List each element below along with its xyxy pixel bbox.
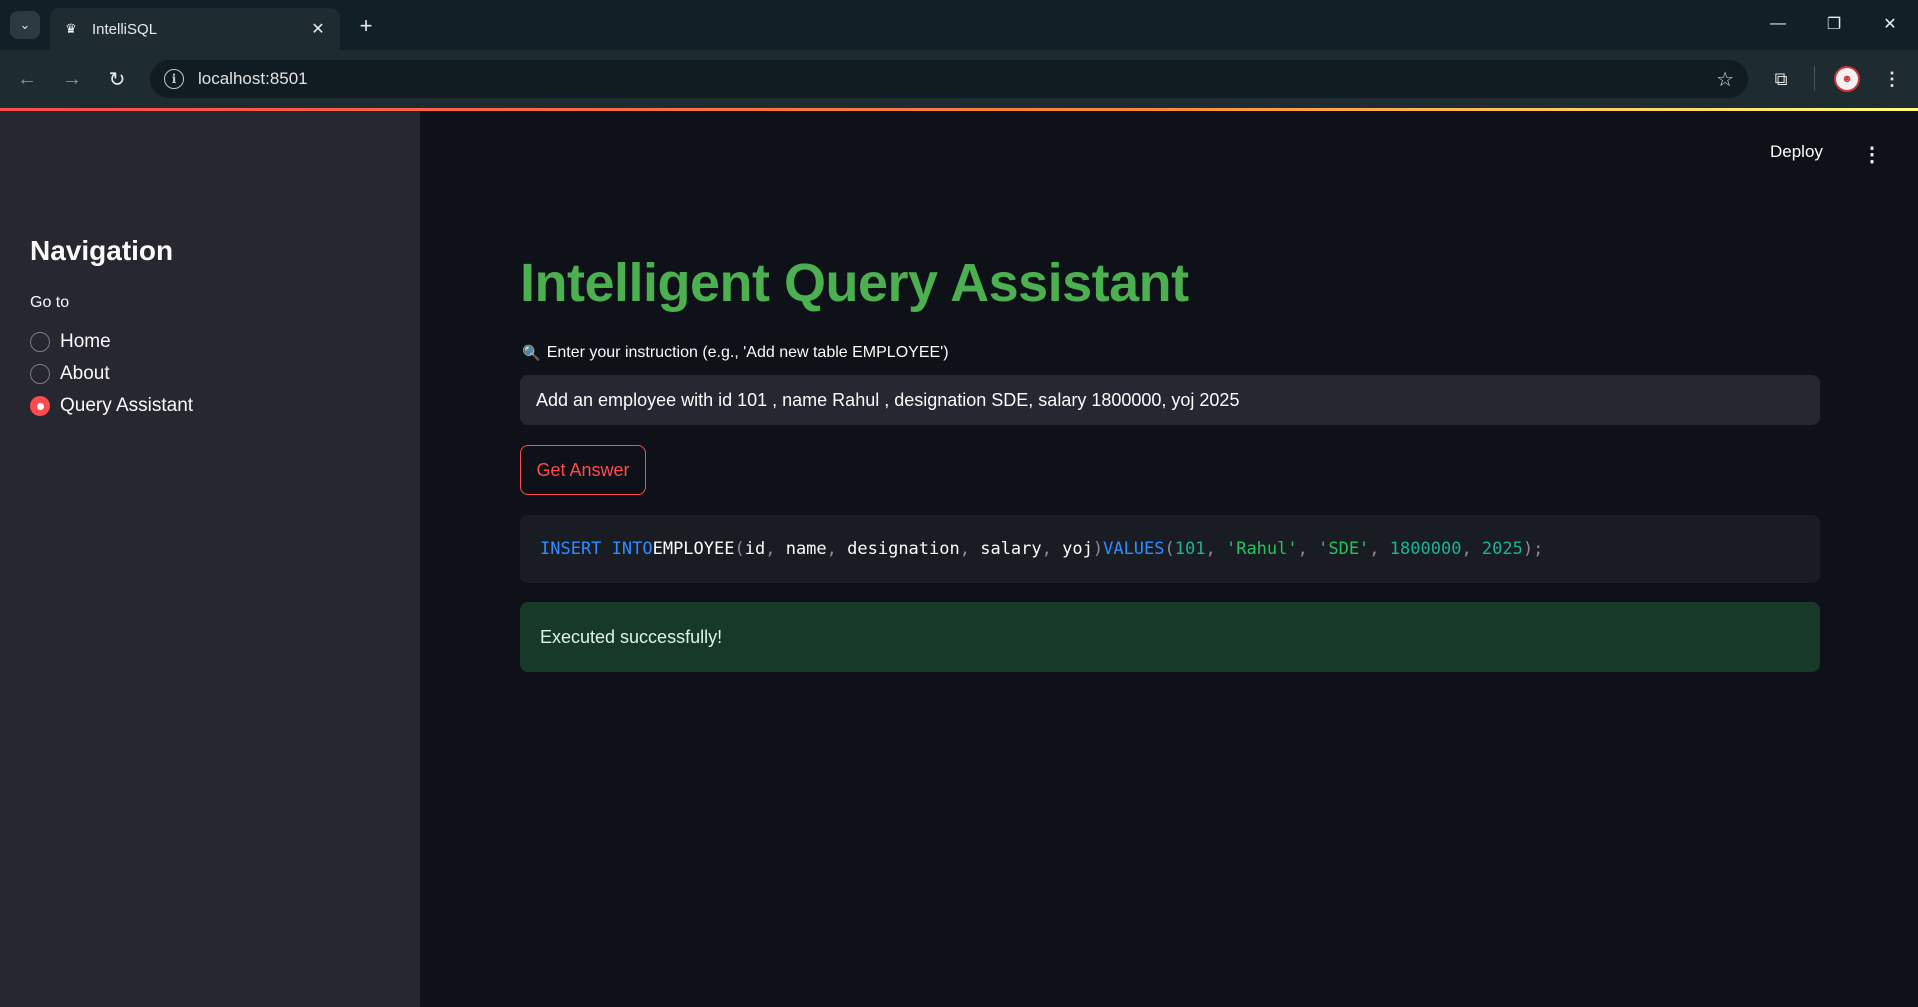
sql-column: id	[744, 539, 766, 559]
sql-keyword: VALUES	[1103, 539, 1165, 559]
browser-menu-icon[interactable]: ⋮	[1880, 64, 1904, 94]
streamlit-favicon-icon: ♛	[65, 21, 77, 36]
radio-option-about[interactable]: About	[30, 363, 110, 385]
minimize-icon[interactable]: —	[1750, 8, 1806, 40]
sql-keyword: INSERT INTO	[540, 539, 653, 559]
success-message: Executed successfully!	[540, 626, 723, 647]
sql-number: 1800000	[1389, 539, 1462, 559]
tab-close-icon[interactable]: ✕	[308, 19, 328, 39]
sql-punctuation: (	[734, 539, 745, 559]
input-label-text: Enter your instruction (e.g., 'Add new t…	[546, 344, 949, 361]
sql-number: 2025	[1481, 539, 1523, 559]
back-icon[interactable]: ←	[12, 64, 42, 94]
radio-option-label: Query Assistant	[60, 395, 194, 416]
get-answer-button[interactable]: Get Answer	[520, 445, 646, 495]
sql-code-block: INSERT INTO EMPLOYEE (id, name, designat…	[520, 515, 1820, 583]
sql-string: 'SDE'	[1318, 539, 1370, 559]
extensions-icon[interactable]: ⧉	[1766, 64, 1796, 94]
instruction-input[interactable]	[520, 375, 1820, 425]
reload-icon[interactable]: ↻	[102, 64, 132, 94]
address-bar[interactable]: i localhost:8501 ☆	[150, 60, 1748, 98]
radio-circle[interactable]	[30, 364, 50, 384]
sql-table-name: EMPLOYEE	[652, 539, 735, 559]
profile-avatar[interactable]: ☻	[1832, 64, 1862, 94]
magnifier-icon: 🔍	[522, 345, 541, 362]
sql-column: designation	[847, 539, 960, 559]
sidebar: Navigation Go to Home About Query Assist…	[0, 111, 420, 1007]
sql-column: yoj	[1062, 539, 1093, 559]
sql-punctuation: );	[1522, 539, 1544, 559]
close-window-icon[interactable]: ✕	[1862, 8, 1918, 40]
sql-string: 'Rahul'	[1225, 539, 1298, 559]
sidebar-title: Navigation	[30, 235, 174, 266]
browser-tab[interactable]: ♛ IntelliSQL ✕	[50, 8, 340, 50]
radio-option-home[interactable]: Home	[30, 331, 111, 353]
forward-icon[interactable]: →	[57, 64, 87, 94]
radio-option-query-assistant[interactable]: Query Assistant	[30, 395, 193, 417]
url-text: localhost:8501	[198, 69, 308, 88]
radio-option-label: About	[60, 363, 110, 384]
radio-group-label: Go to	[30, 294, 70, 311]
bookmark-star-icon[interactable]: ☆	[1716, 67, 1734, 92]
deploy-button[interactable]: Deploy	[1770, 142, 1823, 162]
page-title: Intelligent Query Assistant	[520, 253, 1189, 313]
tab-title: IntelliSQL	[92, 20, 158, 38]
site-info-icon[interactable]: i	[164, 69, 184, 89]
radio-option-label: Home	[60, 331, 111, 352]
browser-toolbar: ← → ↻ i localhost:8501 ☆ ⧉ ☻ ⋮	[0, 50, 1918, 108]
radio-circle-selected[interactable]	[30, 396, 50, 416]
input-label: 🔍 Enter your instruction (e.g., 'Add new…	[522, 344, 949, 362]
app-menu-icon[interactable]: ⋮	[1862, 140, 1882, 168]
restore-icon[interactable]: ❐	[1806, 8, 1862, 40]
sql-punctuation: )	[1092, 539, 1104, 559]
success-alert: Executed successfully!	[520, 602, 1820, 672]
radio-circle[interactable]	[30, 332, 50, 352]
sql-column: salary	[980, 539, 1042, 559]
toolbar-divider	[1814, 66, 1815, 90]
tab-search-icon[interactable]: ⌄	[10, 11, 40, 39]
browser-tabstrip: ⌄ ♛ IntelliSQL ✕ + — ❐ ✕	[0, 0, 1918, 50]
sql-number: 101	[1174, 539, 1206, 559]
sql-column: name	[785, 539, 827, 559]
new-tab-icon[interactable]: +	[352, 12, 380, 40]
